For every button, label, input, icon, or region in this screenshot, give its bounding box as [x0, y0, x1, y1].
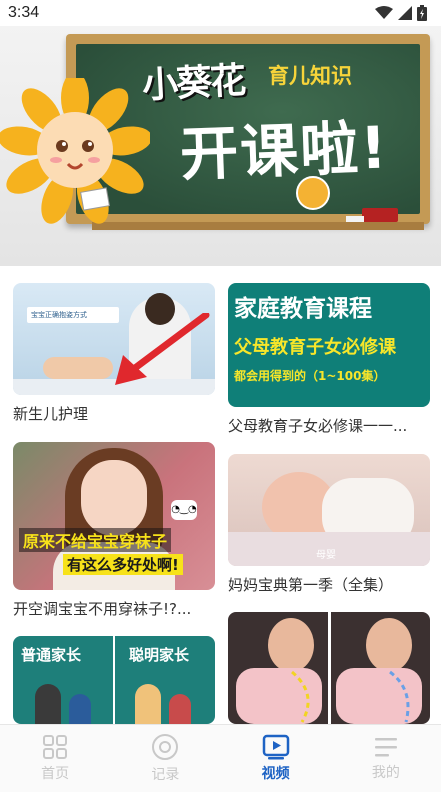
- video-card[interactable]: 母婴 妈妈宝典第一季（全集）: [228, 454, 430, 595]
- thumb-label-right: 聪明家长: [129, 646, 190, 664]
- thumb-heading: 家庭教育课程: [234, 296, 372, 322]
- video-card[interactable]: 家庭教育课程 父母教育子女必修课 都会用得到的（1~100集） 父母教育子女必修…: [228, 283, 430, 436]
- banner[interactable]: 小葵花 育儿知识 开课啦!: [0, 26, 441, 266]
- thumb-caption: 母婴: [316, 550, 336, 561]
- record-icon: [152, 734, 179, 760]
- mother-face: [366, 618, 412, 672]
- status-icons: [375, 5, 427, 21]
- video-card[interactable]: 普通家长 聪明家长: [13, 636, 215, 724]
- banner-headline: 开课啦!: [179, 113, 390, 189]
- video-title[interactable]: 父母教育子女必修课一一...: [228, 415, 430, 436]
- video-thumbnail[interactable]: 母婴: [228, 454, 430, 566]
- nav-mine[interactable]: 我的: [331, 725, 441, 792]
- nav-video[interactable]: 视频: [221, 725, 331, 792]
- nav-label-mine: 我的: [371, 765, 400, 781]
- thumb-line: 都会用得到的（1~100集）: [234, 369, 386, 383]
- video-thumbnail[interactable]: 普通家长 聪明家长: [13, 636, 215, 724]
- video-title[interactable]: 新生儿护理: [13, 403, 215, 424]
- mascot-badge: [296, 176, 330, 210]
- emoji-sticker: ◔‿◔: [171, 500, 197, 520]
- grid-icon: [43, 735, 68, 759]
- video-thumbnail[interactable]: [228, 612, 430, 724]
- status-bar: 3:34: [0, 0, 441, 26]
- chalk-box: [362, 208, 398, 222]
- path-marker: [291, 670, 310, 723]
- thumb-label-left: 普通家长: [21, 646, 82, 664]
- nav-label-record: 记录: [151, 767, 180, 783]
- divider-line: [113, 636, 115, 724]
- path-marker: [389, 670, 410, 723]
- video-grid: 宝宝正确抱姿方式 新生儿护理 家庭教育课程 父母教育子女必修课 都会用得到的（1…: [0, 266, 441, 724]
- video-thumbnail[interactable]: ◔‿◔ 原来不给宝宝穿袜子 有这么多好处啊!: [13, 442, 215, 590]
- cartoon-child: [169, 694, 191, 724]
- chalk-piece: [346, 216, 364, 222]
- video-title[interactable]: 开空调宝宝不用穿袜子!?...: [13, 598, 215, 619]
- thumb-line: 有这么多好处啊!: [63, 554, 183, 575]
- mother-face: [268, 618, 314, 672]
- status-time: 3:34: [8, 4, 40, 21]
- nav-home[interactable]: 首页: [0, 725, 110, 792]
- video-thumbnail[interactable]: 宝宝正确抱姿方式: [13, 283, 215, 395]
- wifi-icon: [375, 6, 393, 19]
- video-icon: [262, 734, 289, 760]
- battery-icon: [417, 5, 427, 21]
- thumb-line: 父母教育子女必修课: [234, 337, 396, 358]
- signal-icon: [398, 6, 412, 20]
- banner-brand: 小葵花: [141, 60, 246, 107]
- bottom-nav: 首页 记录 视频 我的: [0, 724, 441, 792]
- nav-label-video: 视频: [261, 766, 290, 782]
- video-title[interactable]: 妈妈宝典第一季（全集）: [228, 574, 430, 595]
- cartoon-parent: [135, 684, 161, 724]
- menu-icon: [374, 738, 397, 757]
- sunflower-mascot: [0, 78, 150, 224]
- divider-line: [328, 612, 331, 724]
- nav-record[interactable]: 记录: [110, 725, 220, 792]
- video-card[interactable]: 宝宝正确抱姿方式 新生儿护理: [13, 283, 215, 424]
- cartoon-child: [69, 694, 91, 724]
- cartoon-parent: [35, 684, 61, 724]
- video-card[interactable]: ◔‿◔ 原来不给宝宝穿袜子 有这么多好处啊! 开空调宝宝不用穿袜子!?...: [13, 442, 215, 619]
- arrow-icon: [115, 313, 210, 385]
- video-thumbnail[interactable]: 家庭教育课程 父母教育子女必修课 都会用得到的（1~100集）: [228, 283, 430, 407]
- presenter-face: [81, 460, 147, 536]
- banner-subtitle: 育儿知识: [268, 64, 352, 88]
- nav-label-home: 首页: [41, 766, 70, 782]
- thumb-caption: 宝宝正确抱姿方式: [31, 311, 87, 319]
- thumb-line: 原来不给宝宝穿袜子: [19, 528, 172, 552]
- video-card[interactable]: [228, 612, 430, 724]
